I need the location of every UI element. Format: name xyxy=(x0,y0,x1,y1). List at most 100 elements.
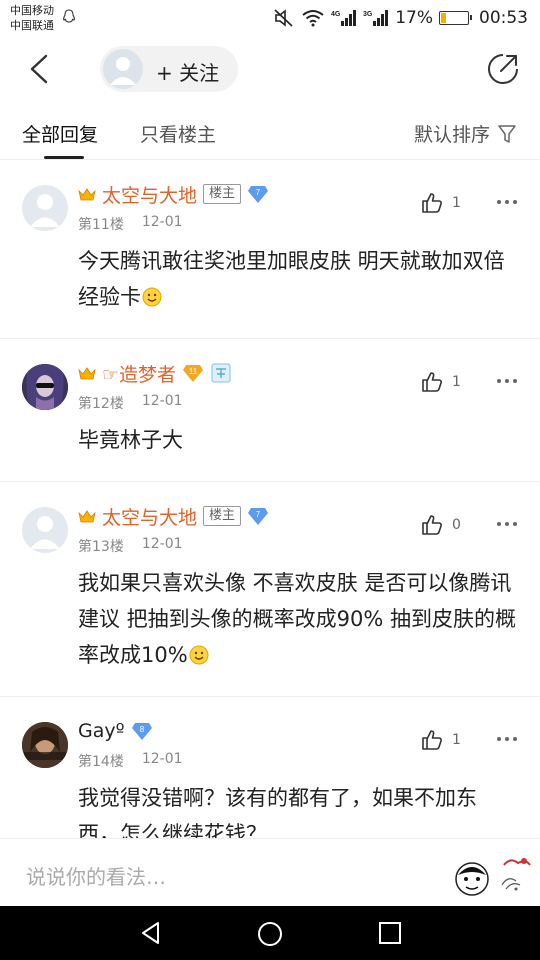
vip-crown-icon xyxy=(78,367,96,380)
comment-input-bar: 说说你的看法… xyxy=(0,838,540,906)
reply-date: 12-01 xyxy=(141,751,183,767)
reply-item: ☞造梦者 11 第12楼 12-01 1 毕竟林子大 xyxy=(0,340,540,482)
smile-emoji-icon xyxy=(189,645,209,665)
username[interactable]: 太空与大地 xyxy=(102,503,197,530)
carrier-1: 中国移动 xyxy=(10,4,54,17)
nav-home-icon[interactable] xyxy=(256,920,284,948)
nav-back-icon[interactable] xyxy=(138,920,164,946)
status-icons: 4G 3G 17% 00:53 xyxy=(273,6,528,30)
qq-icon xyxy=(63,9,75,23)
like-count: 1 xyxy=(452,374,461,390)
svg-text:7: 7 xyxy=(256,510,261,519)
more-icon[interactable] xyxy=(496,199,518,205)
svg-text:8: 8 xyxy=(139,725,144,734)
like-count: 0 xyxy=(452,517,461,533)
more-icon[interactable] xyxy=(496,378,518,384)
follow-button[interactable]: + 关注 xyxy=(100,46,238,92)
level-diamond-icon: 11 xyxy=(183,365,204,382)
username[interactable]: 太空与大地 xyxy=(102,181,197,208)
reply-content: 我觉得没错啊？该有的都有了，如果不加东西，怎么继续花钱？ xyxy=(78,780,518,838)
carrier-2: 中国联通 xyxy=(10,19,54,32)
svg-text:4G: 4G xyxy=(331,11,341,18)
level-diamond-icon: 7 xyxy=(248,186,269,203)
username[interactable]: ☞造梦者 xyxy=(102,360,176,387)
like-count: 1 xyxy=(452,732,461,748)
reply-item: Gayº 8 第14楼 12-01 1 我觉得没错啊？该有的都有了，如果不加东西… xyxy=(0,698,540,838)
like-button[interactable]: 1 xyxy=(420,191,461,215)
level-diamond-icon: 7 xyxy=(248,508,269,525)
like-button[interactable]: 0 xyxy=(420,513,461,537)
floor-number: 第11楼 xyxy=(78,217,124,233)
username[interactable]: Gayº xyxy=(78,720,125,742)
reply-item: 太空与大地 楼主 7 第13楼 12-01 0 我如果只喜欢头像 不喜欢皮肤 是… xyxy=(0,483,540,697)
reply-meta: 第12楼 12-01 xyxy=(78,393,183,413)
signal-4g-icon: 4G xyxy=(331,10,357,26)
reply-tabs: 全部回复 只看楼主 默认排序 xyxy=(0,100,540,160)
svg-text:7: 7 xyxy=(256,188,261,197)
level-diamond-icon: 8 xyxy=(131,723,152,740)
user-photo xyxy=(22,722,68,768)
thumbs-up-icon xyxy=(422,193,442,213)
user-avatar[interactable] xyxy=(22,507,68,553)
share-icon[interactable] xyxy=(486,52,520,86)
reply-meta: 第13楼 12-01 xyxy=(78,536,183,556)
owner-badge: 楼主 xyxy=(203,506,242,526)
more-icon[interactable] xyxy=(496,736,518,742)
like-button[interactable]: 1 xyxy=(420,370,461,394)
thumbs-up-icon xyxy=(422,515,442,535)
header: + 关注 xyxy=(0,38,540,100)
wifi-icon xyxy=(302,10,324,27)
svg-text:3G: 3G xyxy=(363,11,373,18)
thumbs-up-icon xyxy=(422,730,442,750)
reply-date: 12-01 xyxy=(141,214,183,230)
nav-recents-icon[interactable] xyxy=(378,921,402,945)
more-icon[interactable] xyxy=(496,521,518,527)
reply-date: 12-01 xyxy=(141,536,183,552)
floor-number: 第13楼 xyxy=(78,539,124,555)
svg-text:11: 11 xyxy=(189,367,198,376)
tab-indicator xyxy=(44,156,84,159)
floor-number: 第14楼 xyxy=(78,754,124,770)
floor-number: 第12楼 xyxy=(78,396,124,412)
carrier-info: 中国移动 中国联通 xyxy=(10,3,54,33)
sort-button[interactable]: 默认排序 xyxy=(414,120,516,147)
filter-icon xyxy=(498,124,516,143)
smile-emoji-icon xyxy=(142,287,162,307)
reply-date: 12-01 xyxy=(141,393,183,409)
sticker-doodle-icon[interactable] xyxy=(496,855,534,895)
reply-meta: 第11楼 12-01 xyxy=(78,214,183,234)
user-avatar[interactable] xyxy=(22,185,68,231)
user-line: 太空与大地 楼主 7 xyxy=(78,181,269,207)
sticker-face-icon[interactable] xyxy=(454,861,490,897)
owner-badge: 楼主 xyxy=(203,184,242,204)
default-avatar-icon xyxy=(110,57,136,85)
system-nav-bar xyxy=(0,906,540,960)
like-button[interactable]: 1 xyxy=(420,728,461,752)
reply-content: 毕竟林子大 xyxy=(78,422,518,458)
follow-label: + 关注 xyxy=(156,61,220,85)
user-avatar[interactable] xyxy=(22,364,68,410)
sort-label: 默认排序 xyxy=(413,124,490,146)
reply-text: 我觉得没错啊？该有的都有了，如果不加东西，怎么继续花钱？ xyxy=(78,786,477,838)
comment-input[interactable]: 说说你的看法… xyxy=(26,861,166,890)
status-bar: 中国移动 中国联通 4G 3G 17% 00:53 xyxy=(0,0,540,38)
tab-all-replies[interactable]: 全部回复 xyxy=(22,120,98,147)
battery-fill xyxy=(441,13,446,23)
vip-crown-icon xyxy=(78,188,96,201)
user-photo xyxy=(22,364,68,410)
reply-content: 我如果只喜欢头像 不喜欢皮肤 是否可以像腾讯建议 把抽到头像的概率改成90% 抽… xyxy=(78,565,518,673)
default-avatar-icon xyxy=(30,516,60,549)
user-line: 太空与大地 楼主 7 xyxy=(78,503,269,529)
back-icon[interactable] xyxy=(26,50,54,88)
clock: 00:53 xyxy=(479,8,528,28)
signal-3g-icon: 3G xyxy=(363,10,389,26)
mute-icon xyxy=(274,9,293,27)
reply-content: 今天腾讯敢往奖池里加眼皮肤 明天就敢加双倍经验卡 xyxy=(78,243,518,315)
like-count: 1 xyxy=(452,195,461,211)
reply-item: 太空与大地 楼主 7 第11楼 12-01 1 今天腾讯敢往奖池里加眼皮肤 明天… xyxy=(0,161,540,339)
author-avatar[interactable] xyxy=(103,49,143,89)
tab-owner-only[interactable]: 只看楼主 xyxy=(140,120,216,147)
default-avatar-icon xyxy=(30,194,60,227)
battery-icon xyxy=(439,11,472,25)
user-avatar[interactable] xyxy=(22,722,68,768)
